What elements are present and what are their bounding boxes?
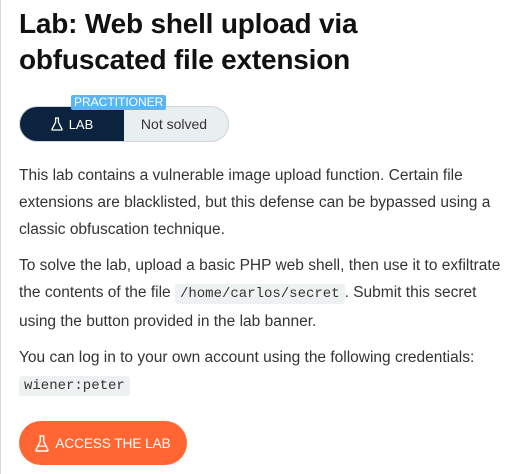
level-badge: PRACTITIONER [71, 95, 167, 110]
credentials-paragraph: You can log in to your own account using… [19, 344, 509, 400]
lab-status-pill: LAB Not solved [19, 106, 229, 142]
left-border [0, 0, 1, 474]
access-lab-button[interactable]: ACCESS THE LAB [19, 421, 187, 465]
lab-title-line1: Lab: Web shell upload via [19, 8, 358, 39]
lab-title-line2: obfuscated file extension [19, 44, 351, 75]
flask-icon [50, 117, 63, 131]
lab-description: This lab contains a vulnerable image upl… [19, 162, 509, 409]
flask-icon [35, 434, 50, 452]
secret-file-path: /home/carlos/secret [174, 284, 345, 304]
lab-status-widget: PRACTITIONER LAB Not solved [19, 95, 229, 142]
credentials-value: wiener:peter [19, 376, 130, 396]
access-lab-label: ACCESS THE LAB [55, 435, 171, 451]
lab-tag: LAB [20, 107, 124, 141]
credentials-text: You can log in to your own account using… [19, 349, 475, 366]
solve-status: Not solved [140, 116, 208, 132]
instructions-paragraph: To solve the lab, upload a basic PHP web… [19, 252, 509, 335]
description-paragraph: This lab contains a vulnerable image upl… [19, 167, 491, 238]
lab-tag-label: LAB [68, 116, 94, 132]
lab-title: Lab: Web shell upload via obfuscated fil… [19, 0, 509, 78]
lab-page: Lab: Web shell upload via obfuscated fil… [19, 0, 509, 465]
